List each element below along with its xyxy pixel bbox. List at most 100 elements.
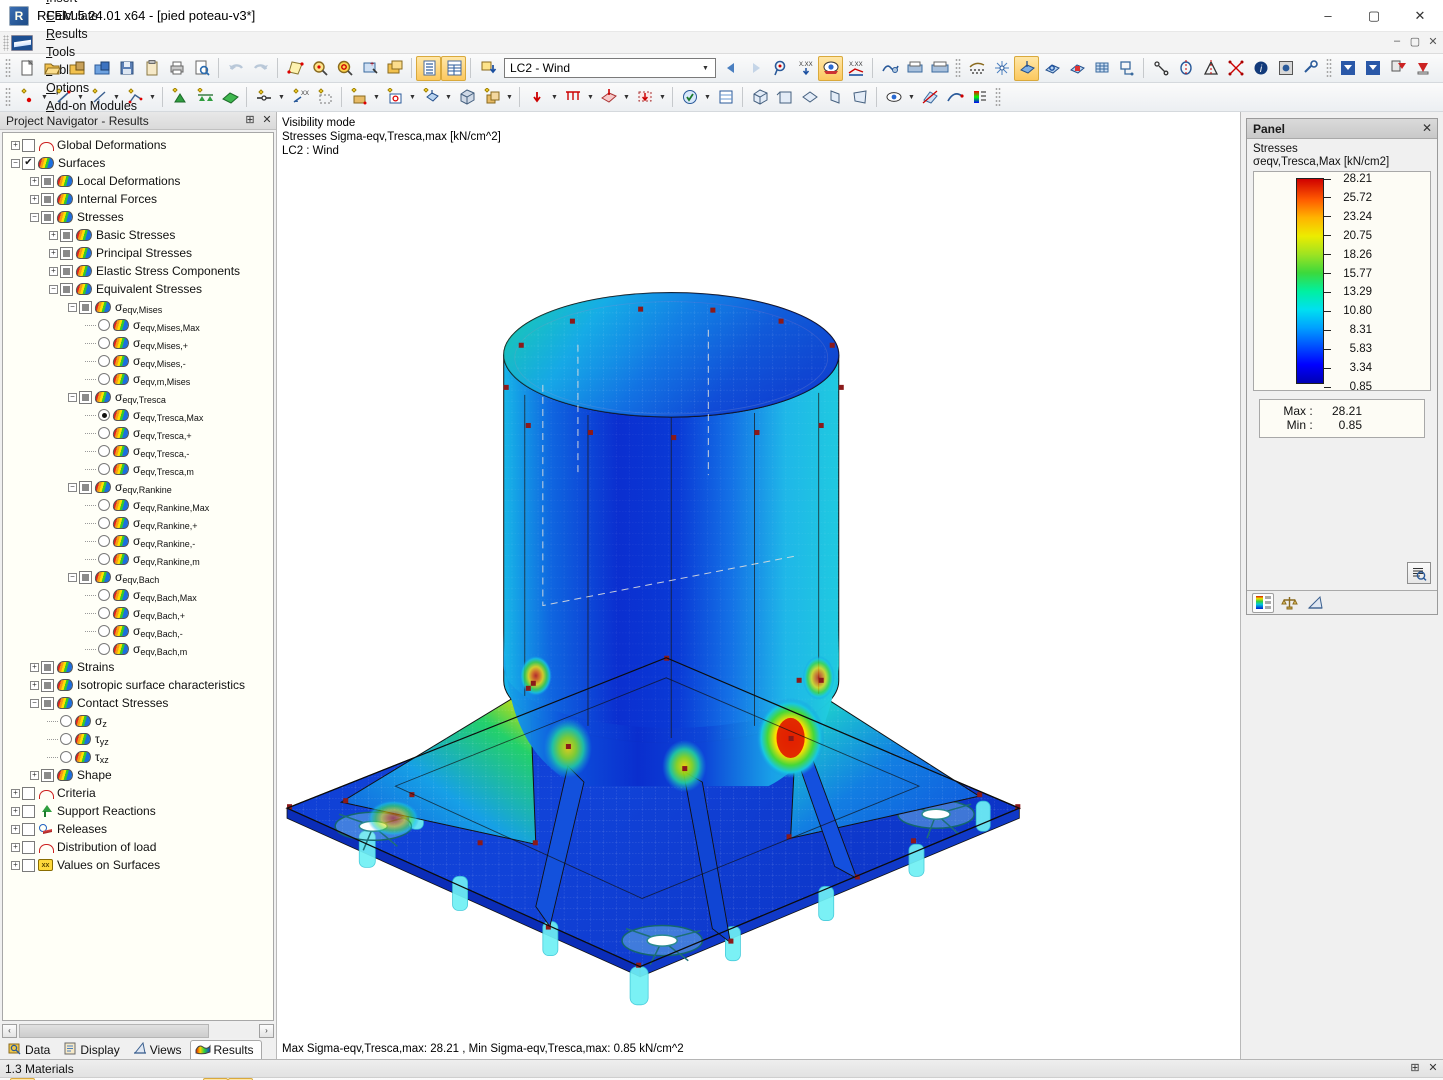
display-supports-icon[interactable] bbox=[1089, 56, 1114, 81]
tree-checkbox[interactable] bbox=[22, 138, 35, 152]
tree-checkbox[interactable] bbox=[22, 840, 35, 854]
tree-checkbox[interactable] bbox=[79, 570, 92, 584]
expand-icon[interactable]: + bbox=[28, 175, 41, 188]
mdi-minimize-button[interactable]: – bbox=[1390, 34, 1404, 48]
menu-item-calculate[interactable]: Calculate bbox=[39, 7, 144, 25]
tree-checkbox[interactable] bbox=[41, 678, 54, 692]
panel-tab-factors[interactable] bbox=[1304, 593, 1326, 613]
view-front-icon[interactable] bbox=[772, 85, 797, 110]
print-report-multi-icon[interactable] bbox=[927, 56, 952, 81]
clipboard-icon[interactable] bbox=[139, 56, 164, 81]
tree-item-contact-stresses[interactable]: − Contact Stresses bbox=[3, 694, 273, 712]
display-numbering-icon[interactable] bbox=[1114, 56, 1139, 81]
close-button[interactable]: ✕ bbox=[1397, 0, 1443, 31]
magnify-list-icon[interactable] bbox=[1407, 562, 1431, 584]
tree-checkbox[interactable] bbox=[60, 246, 73, 260]
mdi-restore-button[interactable]: ▢ bbox=[1408, 34, 1422, 48]
tree-item-equivalent-stresses[interactable]: − Equivalent Stresses bbox=[3, 280, 273, 298]
toolbar-grip-3[interactable] bbox=[1326, 58, 1332, 78]
tree-item-eqv-rankine[interactable]: σeqv,Rankine,- bbox=[3, 532, 273, 550]
tree-item-eqv-m-mises[interactable]: σeqv,m,Mises bbox=[3, 370, 273, 388]
tree-item-eqv-mises[interactable]: σeqv,Mises,- bbox=[3, 352, 273, 370]
tree-radio[interactable] bbox=[98, 355, 110, 367]
tree-checkbox[interactable] bbox=[79, 480, 92, 494]
tree-radio[interactable] bbox=[60, 751, 72, 763]
tree-radio[interactable] bbox=[98, 517, 110, 529]
expand-icon[interactable]: + bbox=[9, 823, 22, 836]
view-side-icon[interactable] bbox=[822, 85, 847, 110]
tree-item-eqv-tresca[interactable]: σeqv,Tresca,- bbox=[3, 442, 273, 460]
scroll-thumb[interactable] bbox=[19, 1023, 209, 1038]
window-arrange-icon[interactable] bbox=[382, 56, 407, 81]
new-polyline-icon[interactable] bbox=[122, 85, 147, 110]
table-pin-icon[interactable]: ⊞ bbox=[1409, 1061, 1421, 1074]
chevron-down-icon[interactable]: ▼ bbox=[621, 85, 632, 110]
fe-model-render[interactable] bbox=[277, 112, 1240, 1059]
tree-item-eqv-tresca-max[interactable]: σeqv,Tresca,Max bbox=[3, 406, 273, 424]
chevron-down-icon[interactable]: ▼ bbox=[371, 85, 382, 110]
color-legend-icon[interactable] bbox=[967, 85, 992, 110]
tree-item-criteria[interactable]: + Criteria bbox=[3, 784, 273, 802]
scroll-left-icon[interactable]: ‹ bbox=[2, 1023, 17, 1038]
nodal-load-icon[interactable] bbox=[1335, 56, 1360, 81]
tree-radio[interactable] bbox=[98, 463, 110, 475]
expand-icon[interactable]: + bbox=[28, 661, 41, 674]
zoom-region-icon[interactable] bbox=[307, 56, 332, 81]
display-surfaces-icon[interactable] bbox=[1014, 55, 1039, 81]
clipping-plane-icon[interactable] bbox=[917, 85, 942, 110]
solid-block-icon[interactable] bbox=[454, 85, 479, 110]
new-opening-icon[interactable] bbox=[382, 85, 407, 110]
result-diagram-icon[interactable]: X.XX bbox=[843, 56, 868, 81]
print-report-icon[interactable] bbox=[902, 56, 927, 81]
expand-icon[interactable]: + bbox=[28, 193, 41, 206]
fe-mesh-settings-icon[interactable] bbox=[989, 56, 1014, 81]
tools-icon[interactable] bbox=[1298, 56, 1323, 81]
tree-radio[interactable] bbox=[98, 643, 110, 655]
tree-checkbox[interactable] bbox=[41, 192, 54, 206]
deformation-factor-icon[interactable] bbox=[942, 85, 967, 110]
toolbar-grip-1[interactable] bbox=[5, 58, 11, 78]
expand-icon[interactable]: + bbox=[9, 805, 22, 818]
chevron-down-icon[interactable]: ▼ bbox=[702, 85, 713, 110]
tree-checkbox[interactable] bbox=[60, 282, 73, 296]
tree-item-eqv-rankine[interactable]: σeqv,Rankine,+ bbox=[3, 514, 273, 532]
calculate-icon[interactable] bbox=[677, 85, 702, 110]
new-nodal-support-icon[interactable] bbox=[167, 85, 192, 110]
render-model-icon[interactable] bbox=[877, 56, 902, 81]
table-close-icon[interactable]: ✕ bbox=[1427, 1061, 1439, 1074]
tree-item-stresses[interactable]: − Stresses bbox=[3, 208, 273, 226]
chevron-down-icon[interactable]: ▼ bbox=[549, 85, 560, 110]
tree-item-global-deformations[interactable]: + Global Deformations bbox=[3, 136, 273, 154]
rotate-view-icon[interactable] bbox=[1173, 56, 1198, 81]
tree-radio[interactable] bbox=[60, 715, 72, 727]
chevron-down-icon[interactable]: ▼ bbox=[504, 85, 515, 110]
tree-checkbox[interactable] bbox=[41, 768, 54, 782]
navigator-tree[interactable]: + Global Deformations − ✔ Surfaces + Local Def… bbox=[2, 132, 274, 1021]
chevron-down-icon[interactable]: ▼ bbox=[698, 59, 713, 77]
line-load-icon[interactable] bbox=[1360, 56, 1385, 81]
display-solids-icon[interactable] bbox=[1064, 56, 1089, 81]
tree-item-eqv-bach[interactable]: σeqv,Bach,- bbox=[3, 622, 273, 640]
zoom-in-selection-icon[interactable]: + bbox=[357, 56, 382, 81]
info-icon[interactable]: i bbox=[1248, 56, 1273, 81]
free-load-new-icon[interactable] bbox=[632, 85, 657, 110]
tree-item-eqv-tresca[interactable]: − σeqv,Tresca bbox=[3, 388, 273, 406]
tree-item-yz[interactable]: τyz bbox=[3, 730, 273, 748]
load-case-import-icon[interactable] bbox=[475, 56, 500, 81]
tree-item-principal-stresses[interactable]: + Principal Stresses bbox=[3, 244, 273, 262]
tree-checkbox[interactable] bbox=[79, 390, 92, 404]
navigator-tab-data[interactable]: Data bbox=[3, 1040, 58, 1059]
tree-item-z[interactable]: σz bbox=[3, 712, 273, 730]
tree-item-eqv-bach-max[interactable]: σeqv,Bach,Max bbox=[3, 586, 273, 604]
results-table-icon[interactable] bbox=[713, 85, 738, 110]
expand-icon[interactable]: + bbox=[9, 841, 22, 854]
tree-checkbox[interactable] bbox=[60, 264, 73, 278]
toolbar-grip-2[interactable] bbox=[955, 58, 961, 78]
close-icon[interactable]: ✕ bbox=[261, 113, 273, 126]
navigator-hscrollbar[interactable]: ‹ › bbox=[2, 1023, 274, 1038]
tree-checkbox[interactable] bbox=[22, 786, 35, 800]
tree-item-local-deformations[interactable]: + Local Deformations bbox=[3, 172, 273, 190]
new-line-icon[interactable] bbox=[50, 85, 75, 110]
open-file-icon[interactable] bbox=[39, 56, 64, 81]
toolbar-grip-5[interactable] bbox=[995, 87, 1001, 107]
